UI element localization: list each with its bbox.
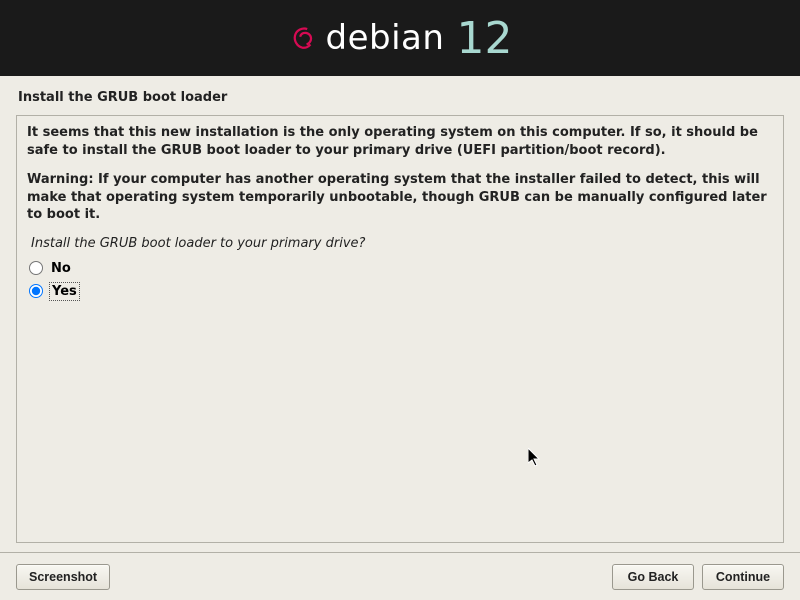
debian-swirl-icon bbox=[288, 22, 320, 54]
header-banner: debian 12 bbox=[0, 0, 800, 76]
info-text: It seems that this new installation is t… bbox=[27, 124, 773, 224]
screenshot-button[interactable]: Screenshot bbox=[16, 564, 110, 590]
question-text: Install the GRUB boot loader to your pri… bbox=[31, 236, 773, 251]
page-title: Install the GRUB boot loader bbox=[0, 76, 800, 115]
go-back-button[interactable]: Go Back bbox=[612, 564, 694, 590]
radio-yes-label[interactable]: Yes bbox=[51, 284, 78, 299]
radio-option-yes[interactable]: Yes bbox=[29, 284, 773, 299]
footer-bar: Screenshot Go Back Continue bbox=[0, 552, 800, 600]
radio-yes-input[interactable] bbox=[29, 284, 43, 298]
radio-option-no[interactable]: No bbox=[29, 261, 773, 276]
info-para-1: It seems that this new installation is t… bbox=[27, 124, 773, 159]
main-panel: It seems that this new installation is t… bbox=[16, 115, 784, 543]
info-para-2: Warning: If your computer has another op… bbox=[27, 171, 773, 224]
radio-no-input[interactable] bbox=[29, 261, 43, 275]
brand-version: 12 bbox=[456, 13, 512, 64]
brand-name: debian bbox=[326, 18, 445, 58]
radio-no-label[interactable]: No bbox=[51, 261, 71, 276]
continue-button[interactable]: Continue bbox=[702, 564, 784, 590]
